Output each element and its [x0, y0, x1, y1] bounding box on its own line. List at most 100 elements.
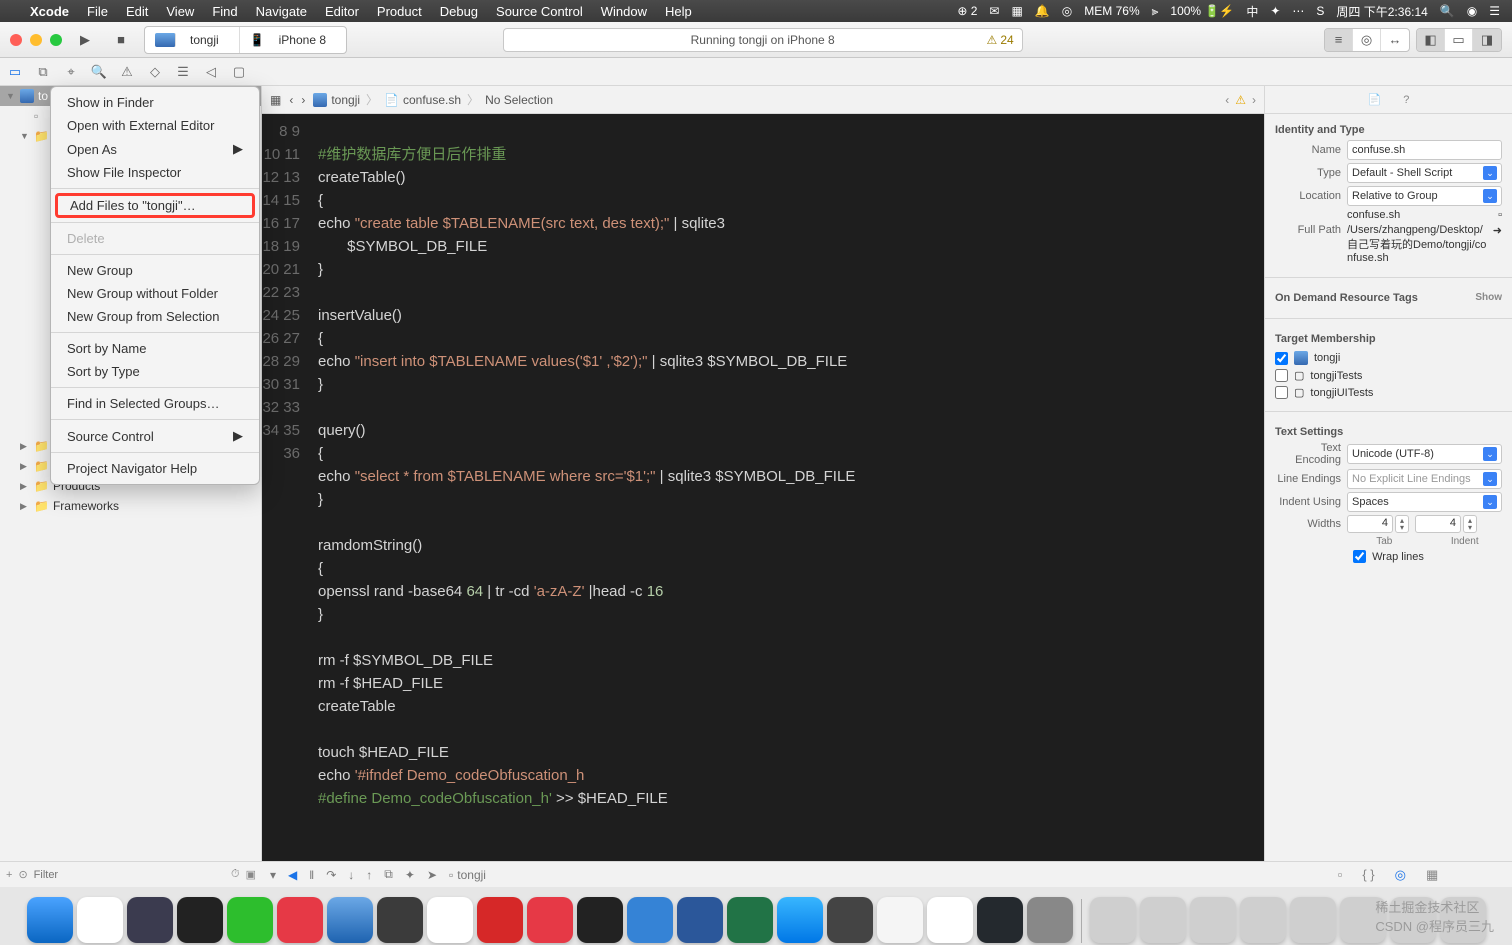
ctx-source-control[interactable]: Source Control▶ — [51, 424, 259, 448]
dock-app2[interactable] — [827, 897, 873, 943]
indent-width-stepper[interactable]: 4▴▾ — [1415, 515, 1477, 533]
issue-navigator-icon[interactable]: ⚠ — [118, 64, 136, 80]
dock-min5[interactable] — [1290, 897, 1336, 943]
project-navigator-icon[interactable]: ▭ — [6, 64, 24, 80]
related-items-icon[interactable]: ▦ — [270, 93, 281, 107]
tree-item-frameworks[interactable]: ▶📁Frameworks — [0, 496, 261, 516]
menubar-search-icon[interactable]: 🔍 — [1440, 4, 1455, 18]
show-link[interactable]: Show — [1475, 292, 1502, 303]
step-over-icon[interactable]: ↷ — [326, 868, 336, 882]
run-button[interactable]: ▶ — [72, 29, 98, 51]
target-row[interactable]: tongji — [1275, 349, 1502, 367]
source-control-navigator-icon[interactable]: ⧉ — [34, 64, 52, 80]
menubar-s-icon[interactable]: S — [1316, 4, 1324, 18]
step-into-icon[interactable]: ↓ — [348, 868, 354, 882]
dock-qq[interactable] — [177, 897, 223, 943]
breakpoint-navigator-icon[interactable]: ◁ — [202, 64, 220, 80]
editor-standard-icon[interactable]: ≡ — [1325, 29, 1353, 51]
test-navigator-icon[interactable]: ◇ — [146, 64, 164, 80]
breadcrumb[interactable]: tongji 〉 📄 confuse.sh 〉 No Selection — [313, 91, 553, 108]
menu-editor[interactable]: Editor — [325, 4, 359, 19]
minimize-window-icon[interactable] — [30, 34, 42, 46]
ctx-new-group-without-folder[interactable]: New Group without Folder — [51, 282, 259, 305]
dock-min2[interactable] — [1140, 897, 1186, 943]
ctx-sort-name[interactable]: Sort by Name — [51, 337, 259, 360]
file-inspector-tab-icon[interactable]: 📄 — [1368, 93, 1382, 106]
editor-assistant-icon[interactable]: ◎ — [1353, 29, 1381, 51]
code-content[interactable]: #维护数据库方便日后作排重 createTable() { echo "crea… — [310, 114, 1264, 887]
issue-icon[interactable]: ⚠ — [1235, 93, 1246, 107]
dock-app3[interactable] — [1027, 897, 1073, 943]
report-navigator-icon[interactable]: ▢ — [230, 64, 248, 80]
menu-debug[interactable]: Debug — [440, 4, 478, 19]
target-row[interactable]: ▢tongjiTests — [1275, 367, 1502, 384]
menubar-extra-globe-icon[interactable]: ⊕ 2 — [957, 4, 977, 18]
filter-input[interactable] — [34, 869, 225, 881]
memory-graph-icon[interactable]: ✦ — [405, 868, 415, 882]
source-editor[interactable]: 8 9 10 11 12 13 14 15 16 17 18 19 20 21 … — [262, 114, 1264, 887]
reveal-arrow-icon[interactable]: ➜ — [1493, 224, 1502, 237]
menu-help[interactable]: Help — [665, 4, 692, 19]
code-snippet-icon[interactable]: { } — [1362, 867, 1374, 882]
symbol-navigator-icon[interactable]: ⌖ — [62, 64, 80, 80]
hide-debug-icon[interactable]: ▾ — [270, 868, 276, 882]
dock-chrome[interactable] — [427, 897, 473, 943]
dock-excel[interactable] — [727, 897, 773, 943]
file-template-icon[interactable]: ▫ — [1338, 867, 1343, 882]
scheme-selector[interactable]: tongji 📱 iPhone 8 — [144, 26, 347, 54]
dock-appstore[interactable] — [777, 897, 823, 943]
menubar-circle-icon[interactable]: ◎ — [1062, 4, 1072, 18]
menu-edit[interactable]: Edit — [126, 4, 148, 19]
ctx-add-files[interactable]: Add Files to "tongji"… — [55, 193, 255, 218]
type-select[interactable]: Default - Shell Script⌄ — [1347, 163, 1502, 183]
menubar-list-icon[interactable]: ☰ — [1489, 4, 1500, 18]
recent-icon[interactable]: ⏱ — [231, 868, 240, 881]
toggle-navigator-icon[interactable]: ◧ — [1417, 29, 1445, 51]
menubar-wifi-icon[interactable]: ⫸ — [1152, 4, 1159, 19]
zoom-window-icon[interactable] — [50, 34, 62, 46]
forward-icon[interactable]: › — [301, 93, 305, 107]
debug-target[interactable]: tongji — [457, 868, 486, 882]
quick-help-tab-icon[interactable]: ? — [1403, 94, 1409, 106]
dock-min1[interactable] — [1090, 897, 1136, 943]
dock-finder[interactable] — [27, 897, 73, 943]
menu-view[interactable]: View — [166, 4, 194, 19]
ctx-open-external[interactable]: Open with External Editor — [51, 114, 259, 137]
ctx-show-file-inspector[interactable]: Show File Inspector — [51, 161, 259, 184]
menu-window[interactable]: Window — [601, 4, 647, 19]
menu-find[interactable]: Find — [212, 4, 237, 19]
dock-netease[interactable] — [277, 897, 323, 943]
find-navigator-icon[interactable]: 🔍 — [90, 64, 108, 80]
target-row[interactable]: ▢tongjiUITests — [1275, 384, 1502, 401]
debug-view-icon[interactable]: ⧉ — [384, 867, 393, 882]
name-field[interactable]: confuse.sh — [1347, 140, 1502, 160]
close-window-icon[interactable] — [10, 34, 22, 46]
ctx-nav-help[interactable]: Project Navigator Help — [51, 457, 259, 480]
app-name[interactable]: Xcode — [30, 4, 69, 19]
scm-filter-icon[interactable]: ▣ — [246, 868, 256, 881]
indent-using-select[interactable]: Spaces⌄ — [1347, 492, 1502, 512]
location-icon[interactable]: ➤ — [427, 868, 437, 882]
menubar-extras2-icon[interactable]: ⋯ — [1292, 4, 1304, 18]
wrap-lines-checkbox[interactable] — [1353, 550, 1366, 563]
back-icon[interactable]: ‹ — [289, 93, 293, 107]
menu-navigate[interactable]: Navigate — [256, 4, 307, 19]
ctx-find-in-groups[interactable]: Find in Selected Groups… — [51, 392, 259, 415]
menubar-input-cn[interactable]: 中 — [1246, 3, 1258, 20]
debug-navigator-icon[interactable]: ☰ — [174, 64, 192, 80]
target-checkbox[interactable] — [1275, 386, 1288, 399]
location-select[interactable]: Relative to Group⌄ — [1347, 186, 1502, 206]
dock-xcode[interactable] — [327, 897, 373, 943]
menubar-grid-icon[interactable]: ▦ — [1011, 4, 1022, 18]
folder-picker-icon[interactable]: ▫ — [1498, 209, 1502, 221]
ctx-open-as[interactable]: Open As▶ — [51, 137, 259, 161]
add-icon[interactable]: + — [6, 869, 12, 881]
dock-app1[interactable] — [627, 897, 673, 943]
menubar-bell-icon[interactable]: 🔔 — [1035, 4, 1050, 18]
ctx-sort-type[interactable]: Sort by Type — [51, 360, 259, 383]
prev-issue-icon[interactable]: ‹ — [1225, 93, 1229, 107]
next-issue-icon[interactable]: › — [1252, 93, 1256, 107]
menu-source-control[interactable]: Source Control — [496, 4, 583, 19]
target-checkbox[interactable] — [1275, 369, 1288, 382]
menu-product[interactable]: Product — [377, 4, 422, 19]
